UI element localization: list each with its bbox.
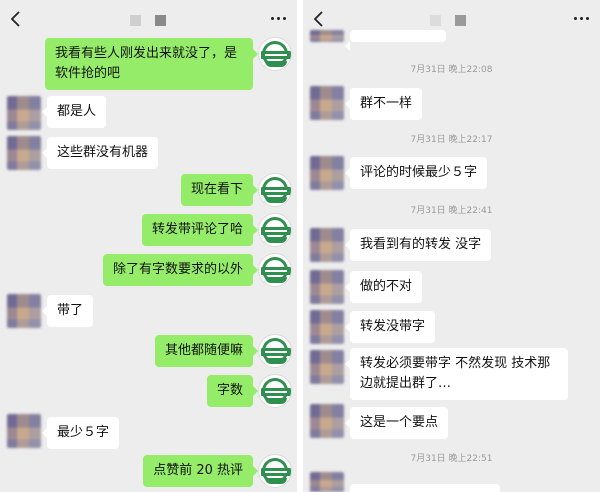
- message-row: 除了有字数要求的以外: [0, 253, 297, 290]
- message-bubble[interactable]: 评论的时候最少５字: [344, 157, 488, 189]
- chat-title-redacted: [130, 15, 180, 26]
- contact-avatar[interactable]: [7, 294, 41, 328]
- message-bubble[interactable]: 我看到有的转发 没字: [344, 229, 492, 261]
- message-row: 做的不对: [303, 268, 600, 304]
- chevron-left-icon: [313, 11, 323, 27]
- message-bubble[interactable]: 现在看下: [180, 174, 259, 206]
- redacted-block: [155, 15, 166, 26]
- message-bubble[interactable]: 转发带评论了哈: [141, 214, 259, 246]
- redacted-block: [455, 15, 466, 26]
- contact-avatar[interactable]: [7, 96, 41, 130]
- message-bubble[interactable]: 除了有字数要求的以外: [102, 254, 259, 286]
- message-bubble[interactable]: 群不一样: [344, 88, 423, 120]
- contact-avatar[interactable]: [310, 472, 344, 492]
- timestamp: 7月31日 晚上22:51: [410, 454, 493, 464]
- self-avatar[interactable]: [258, 334, 292, 368]
- timestamp: 7月31日 晚上22:41: [410, 206, 493, 216]
- contact-avatar[interactable]: [310, 30, 344, 42]
- timestamp: 7月31日 晚上22:17: [410, 135, 493, 145]
- more-button[interactable]: [267, 8, 291, 28]
- message-bubble[interactable]: 转发必须要带字 不然发现 技术那边就提出群了…: [345, 348, 568, 400]
- back-button[interactable]: [4, 6, 30, 32]
- message-row: 这些群没有机器: [0, 134, 297, 170]
- message-bubble[interactable]: 都是人: [41, 96, 107, 128]
- contact-avatar[interactable]: [310, 350, 344, 384]
- message-bubble[interactable]: 转发没带字: [344, 311, 436, 343]
- contact-avatar[interactable]: [310, 156, 344, 190]
- contact-avatar[interactable]: [7, 136, 41, 170]
- message-row: 转发带评论了哈: [0, 213, 297, 250]
- timestamp: 7月31日 晚上22:08: [410, 65, 493, 75]
- self-avatar[interactable]: [258, 173, 292, 207]
- message-row: 我看到有的转发 没字: [303, 226, 600, 262]
- message-row: 评论的时候最少５字: [303, 154, 600, 190]
- redacted-block: [430, 15, 441, 26]
- message-bubble[interactable]: 点赞前 20 热评: [143, 455, 258, 487]
- chat-pane-left: 我看有些人刚发出来就没了，是软件抢的吧 都是人 这些群没有机器 现在看下 转发带…: [0, 0, 297, 492]
- message-bubble[interactable]: 带了: [41, 295, 94, 327]
- contact-avatar[interactable]: [310, 310, 344, 344]
- self-avatar[interactable]: [258, 454, 292, 488]
- contact-avatar[interactable]: [310, 86, 344, 120]
- message-row: 转发必须要带字 不然发现 技术那边就提出群了…: [303, 348, 600, 400]
- self-avatar[interactable]: [258, 37, 292, 71]
- message-row: 都是人: [0, 94, 297, 130]
- message-row: 字数: [0, 373, 297, 409]
- message-bubble[interactable]: 最少５字: [41, 417, 120, 449]
- message-bubble-partial[interactable]: [345, 30, 446, 51]
- chevron-left-icon: [10, 11, 20, 27]
- chat-title-redacted: [430, 15, 480, 26]
- message-row: 我看有些人刚发出来就没了，是软件抢的吧: [0, 37, 297, 90]
- message-row: 转发没带字: [303, 308, 600, 344]
- contact-avatar[interactable]: [310, 270, 344, 304]
- message-row: 最少５字: [0, 412, 297, 449]
- message-row: 其他都随便嘛: [0, 333, 297, 369]
- contact-avatar[interactable]: [7, 414, 41, 448]
- message-bubble[interactable]: 字数: [206, 375, 259, 407]
- chat-header: [0, 0, 297, 38]
- message-bubble-partial[interactable]: [350, 484, 500, 492]
- message-row: 群不一样: [303, 84, 600, 120]
- message-row: 点赞前 20 热评: [0, 453, 297, 489]
- self-avatar[interactable]: [258, 213, 292, 247]
- self-avatar[interactable]: [258, 374, 292, 408]
- back-button[interactable]: [307, 6, 333, 32]
- message-bubble[interactable]: 我看有些人刚发出来就没了，是软件抢的吧: [45, 38, 258, 90]
- message-row: 带了: [0, 292, 297, 328]
- contact-avatar[interactable]: [310, 404, 344, 438]
- more-button[interactable]: [570, 8, 594, 28]
- message-bubble[interactable]: 这些群没有机器: [41, 137, 159, 169]
- chat-pane-right: 7月31日 晚上22:08 群不一样 7月31日 晚上22:17 评论的时候最少…: [303, 0, 600, 492]
- contact-avatar[interactable]: [310, 228, 344, 262]
- message-bubble[interactable]: 这是一个要点: [344, 407, 449, 439]
- message-bubble[interactable]: 其他都随便嘛: [154, 335, 259, 367]
- message-row: 现在看下: [0, 173, 297, 210]
- redacted-block: [130, 15, 141, 26]
- message-row: 这是一个要点: [303, 402, 600, 439]
- message-bubble[interactable]: 做的不对: [344, 271, 423, 303]
- chat-header: [303, 0, 600, 38]
- self-avatar[interactable]: [258, 253, 292, 287]
